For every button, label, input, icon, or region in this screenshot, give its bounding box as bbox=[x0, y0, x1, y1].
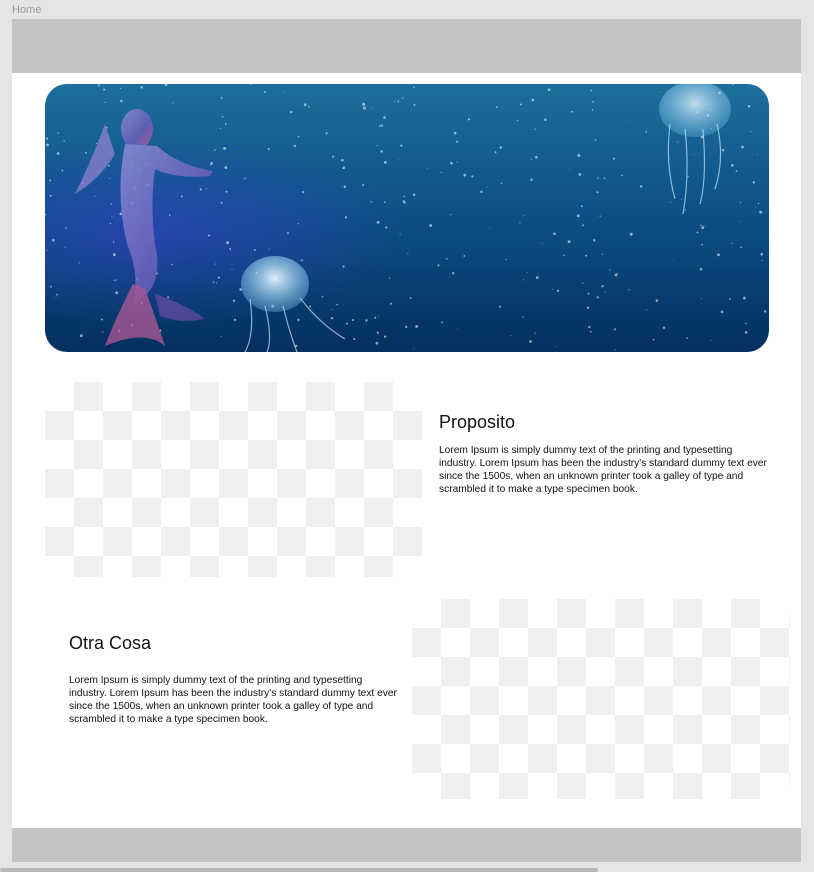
section-title-proposito: Proposito bbox=[439, 412, 516, 432]
frame-label[interactable]: Home bbox=[12, 4, 41, 16]
home-frame: Proposito Lorem Ipsum is simply dummy te… bbox=[12, 19, 801, 862]
hero-banner-image bbox=[45, 84, 769, 352]
section-title-otra-cosa: Otra Cosa bbox=[69, 633, 152, 653]
section-body-otra-cosa: Lorem Ipsum is simply dummy text of the … bbox=[69, 675, 397, 725]
section-body-proposito: Lorem Ipsum is simply dummy text of the … bbox=[439, 445, 767, 495]
image-placeholder-otra-cosa bbox=[412, 599, 790, 799]
footer-bar bbox=[12, 828, 801, 862]
horizontal-scrollbar[interactable] bbox=[0, 868, 598, 872]
image-placeholder-proposito bbox=[45, 382, 422, 577]
header-bar bbox=[12, 19, 801, 73]
